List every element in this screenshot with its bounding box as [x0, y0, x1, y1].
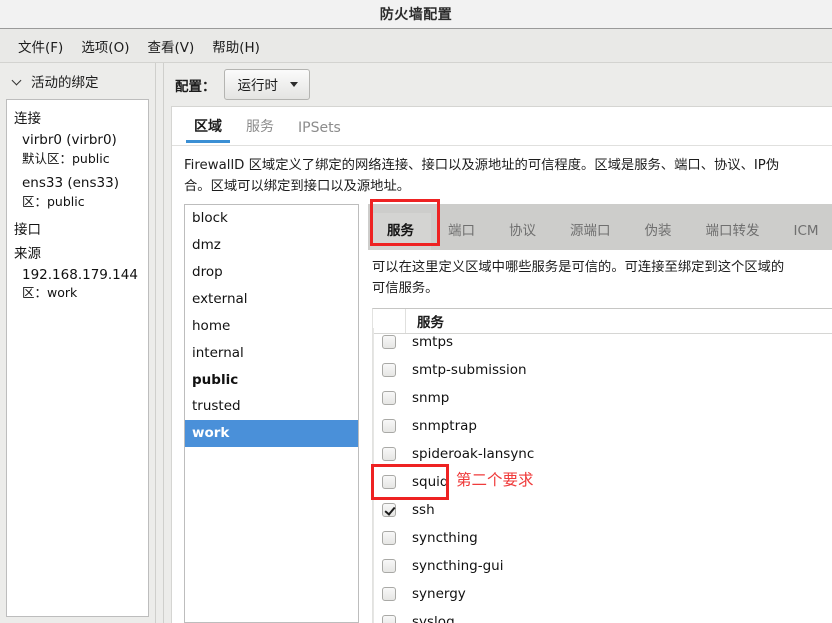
service-name: spideroak-lansync: [412, 446, 535, 463]
outer-tabs: 区域 服务 IPSets: [172, 107, 832, 146]
zone-item-external[interactable]: external: [185, 286, 358, 313]
table-row[interactable]: syncthing-gui: [374, 552, 832, 580]
zone-description: FirewallD 区域定义了绑定的网络连接、接口以及源地址的可信程度。区域是服…: [172, 146, 832, 204]
binding-name: ens33 (ens33): [22, 175, 119, 192]
zone-description-line2: 合。区域可以绑定到接口以及源地址。: [184, 179, 411, 194]
menu-item-options[interactable]: 选项(O): [72, 33, 138, 59]
inner-tab-ports[interactable]: 端口: [431, 213, 492, 250]
table-row[interactable]: smtp-submission: [374, 356, 832, 384]
zone-item-dmz[interactable]: dmz: [185, 232, 358, 259]
zone-detail-splitter[interactable]: [359, 204, 368, 623]
configuration-row: 配置： 运行时: [167, 63, 832, 106]
table-row-ssh[interactable]: ssh: [374, 496, 832, 524]
tab-ipsets[interactable]: IPSets: [286, 115, 353, 145]
binding-name: virbr0 (virbr0): [22, 132, 117, 148]
binding-item-virbr0[interactable]: virbr0 (virbr0) 默认区：public: [22, 131, 144, 167]
menu-item-view[interactable]: 查看(V): [138, 33, 203, 59]
table-row[interactable]: snmp: [374, 384, 832, 412]
chevron-down-icon: [13, 76, 24, 87]
service-checkbox[interactable]: [382, 559, 396, 574]
zone-item-block[interactable]: block: [185, 205, 358, 232]
configuration-dropdown-value: 运行时: [237, 78, 279, 94]
bindings-group-connections-title: 连接: [14, 111, 41, 127]
binding-item-source-ip[interactable]: 192.168.179.144 区：work: [22, 266, 144, 302]
service-checkbox[interactable]: [382, 363, 396, 378]
menu-item-file[interactable]: 文件(F): [9, 33, 72, 59]
table-row[interactable]: syncthing: [374, 524, 832, 552]
zone-split: block dmz drop external home internal pu…: [172, 204, 832, 623]
inner-tab-source-ports[interactable]: 源端口: [553, 213, 628, 250]
inner-tabs: 服务 端口 协议 源端口 伪装 端口转发 ICM: [368, 204, 832, 250]
service-name: synergy: [412, 586, 466, 603]
zone-item-public[interactable]: public: [185, 367, 358, 394]
active-bindings-pane: 活动的绑定 连接 virbr0 (virbr0) 默认区：public ens3…: [0, 63, 155, 623]
outer-tabs-panel: 区域 服务 IPSets FirewallD 区域定义了绑定的网络连接、接口以及…: [171, 106, 832, 623]
inner-tab-masquerading[interactable]: 伪装: [628, 213, 689, 250]
zone-item-work[interactable]: work: [185, 420, 358, 448]
configuration-label: 配置：: [175, 78, 216, 95]
inner-tab-protocols[interactable]: 协议: [492, 213, 553, 250]
service-name: syncthing-gui: [412, 558, 504, 575]
service-name: smtp-submission: [412, 362, 527, 379]
tab-zones[interactable]: 区域: [182, 111, 234, 145]
zone-item-trusted[interactable]: trusted: [185, 393, 358, 420]
inner-tab-icmp-filter[interactable]: ICM: [777, 217, 832, 250]
chevron-down-icon: [290, 81, 298, 87]
configuration-dropdown[interactable]: 运行时: [223, 69, 310, 100]
services-table-body[interactable]: smtps smtp-submission snmp snmptrap spid…: [373, 328, 832, 623]
menu-item-help[interactable]: 帮助(H): [203, 33, 269, 59]
services-table: 服务 smtps smtp-submission snmp snmptrap s…: [372, 308, 832, 623]
service-checkbox[interactable]: [382, 615, 396, 623]
zone-item-drop[interactable]: drop: [185, 259, 358, 286]
tab-services[interactable]: 服务: [234, 111, 286, 145]
zone-item-home[interactable]: home: [185, 313, 358, 340]
bindings-group-interfaces-title: 接口: [14, 221, 41, 238]
service-name: ssh: [412, 502, 435, 519]
bindings-group-sources-title: 来源: [14, 245, 41, 262]
service-checkbox[interactable]: [382, 447, 396, 462]
window-titlebar: 防火墙配置: [0, 0, 832, 29]
inner-tab-port-forwarding[interactable]: 端口转发: [689, 213, 777, 250]
active-bindings-header[interactable]: 活动的绑定: [6, 63, 149, 99]
menubar: 文件(F) 选项(O) 查看(V) 帮助(H): [0, 29, 832, 63]
inner-tab-services[interactable]: 服务: [370, 213, 431, 250]
service-name: squid: [412, 474, 449, 491]
right-pane: 配置： 运行时 区域 服务 IPSets FirewallD 区域定义了绑定的网…: [164, 63, 832, 623]
service-checkbox[interactable]: [382, 335, 396, 350]
table-row[interactable]: synergy: [374, 580, 832, 608]
service-checkbox[interactable]: [382, 531, 396, 546]
binding-zone: 区：work: [22, 285, 78, 301]
binding-item-ens33[interactable]: ens33 (ens33) 区：public: [22, 174, 144, 210]
service-name: syncthing: [412, 530, 478, 547]
table-row[interactable]: smtps: [374, 328, 832, 356]
service-checkbox[interactable]: [382, 419, 396, 434]
service-description-line2: 可信服务。: [372, 280, 439, 296]
service-checkbox[interactable]: [382, 587, 396, 602]
service-name: syslog: [412, 614, 455, 623]
zone-list[interactable]: block dmz drop external home internal pu…: [184, 204, 359, 623]
service-name: snmp: [412, 390, 450, 407]
zone-detail-panel: 服务 端口 协议 源端口 伪装 端口转发 ICM 可以在这里定义区域中哪些服务是…: [368, 204, 832, 623]
service-description: 可以在这里定义区域中哪些服务是可信的。可连接至绑定到这个区域的 可信服务。: [368, 250, 832, 305]
service-checkbox-ssh[interactable]: [382, 503, 396, 518]
service-checkbox[interactable]: [382, 391, 396, 406]
service-description-line1: 可以在这里定义区域中哪些服务是可信的。可连接至绑定到这个区域的: [372, 260, 785, 275]
table-row[interactable]: syslog: [374, 608, 832, 623]
active-bindings-list[interactable]: 连接 virbr0 (virbr0) 默认区：public ens33 (ens…: [6, 99, 149, 617]
binding-zone: 默认区：public: [22, 150, 110, 166]
binding-name: 192.168.179.144: [22, 266, 138, 283]
table-row[interactable]: spideroak-lansync: [374, 440, 832, 468]
service-name: snmptrap: [412, 418, 477, 435]
main-content: 活动的绑定 连接 virbr0 (virbr0) 默认区：public ens3…: [0, 63, 832, 623]
active-bindings-title: 活动的绑定: [31, 75, 99, 91]
zone-description-line1: FirewallD 区域定义了绑定的网络连接、接口以及源地址的可信程度。区域是服…: [184, 158, 780, 173]
table-row[interactable]: snmptrap: [374, 412, 832, 440]
binding-zone: 区：public: [22, 194, 85, 209]
window-title: 防火墙配置: [379, 7, 453, 23]
pane-splitter[interactable]: [155, 63, 164, 623]
table-row[interactable]: squid: [374, 468, 832, 496]
zone-item-internal[interactable]: internal: [185, 340, 358, 367]
service-checkbox[interactable]: [382, 475, 396, 490]
service-name: smtps: [412, 334, 454, 351]
